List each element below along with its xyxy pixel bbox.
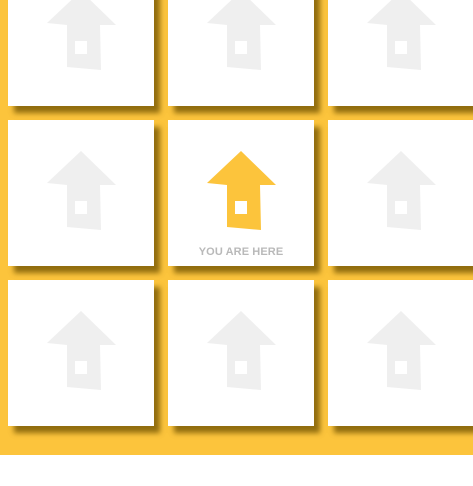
grid-tile — [8, 120, 154, 266]
house-icon — [47, 311, 116, 390]
grid-tile — [168, 280, 314, 426]
house-icon — [207, 0, 276, 70]
grid-tile — [328, 120, 473, 266]
you-are-here-label: YOU ARE HERE — [198, 246, 284, 258]
current-location-tile: YOU ARE HERE — [168, 120, 314, 266]
location-grid-board: YOU ARE HERE — [0, 0, 473, 455]
house-icon — [47, 0, 116, 70]
grid-tile — [328, 0, 473, 106]
house-icon — [367, 311, 436, 390]
grid-tile — [8, 280, 154, 426]
house-icon — [207, 311, 276, 390]
house-icon — [207, 151, 276, 230]
house-icon — [367, 151, 436, 230]
house-icon — [367, 0, 436, 70]
grid-tile — [328, 280, 473, 426]
grid-tile — [8, 0, 154, 106]
house-icon — [47, 151, 116, 230]
grid-tile — [168, 0, 314, 106]
